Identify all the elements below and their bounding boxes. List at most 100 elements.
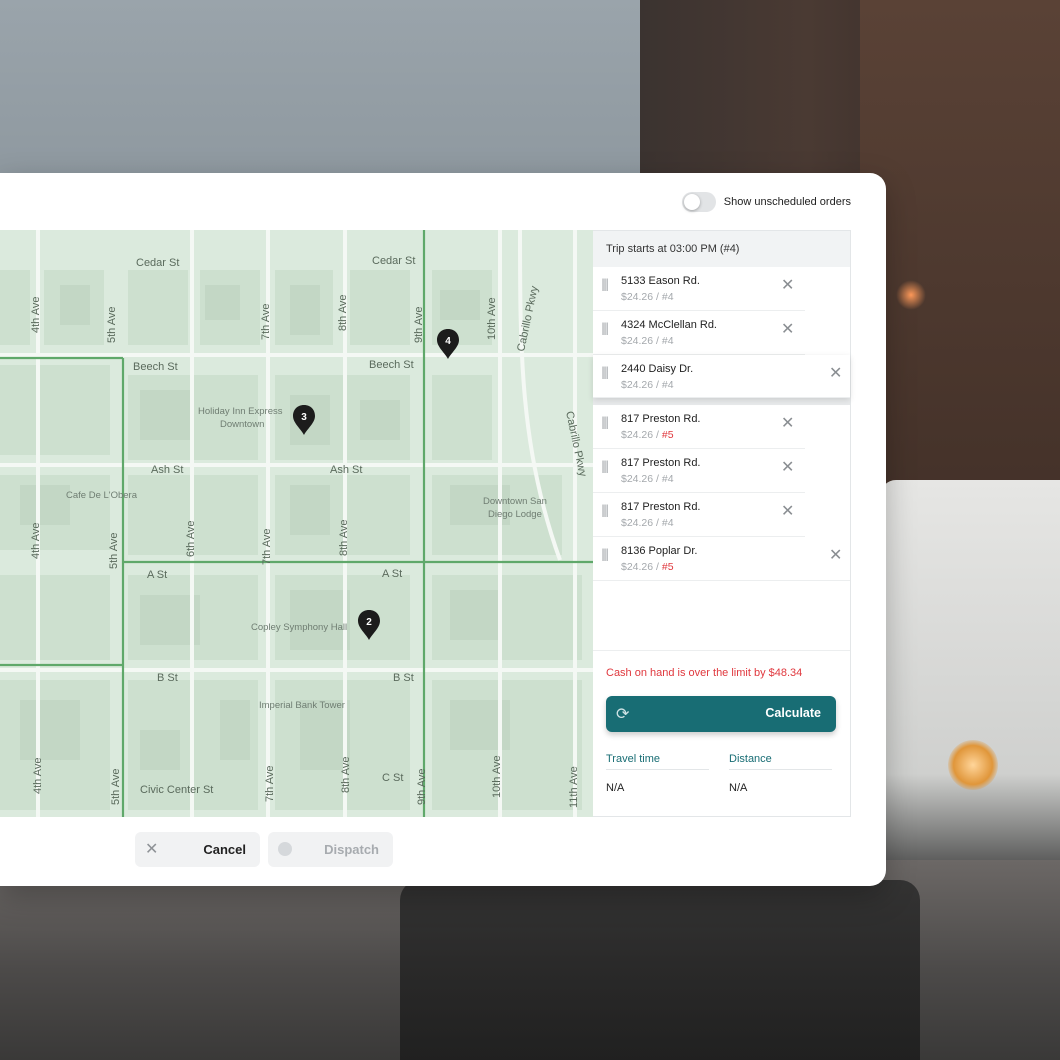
stop-item[interactable]: ||| 817 Preston Rd. $24.26 / #4 ✕ [593,493,805,537]
drag-handle-icon[interactable]: ||| [601,321,613,335]
toggle-knob [683,194,700,210]
dispatch-button[interactable]: Dispatch [268,832,393,867]
poi-downtown-lodge: Downtown San [483,496,547,507]
pin-number: 3 [301,412,307,423]
poi-downtown-lodge: Diego Lodge [488,509,542,520]
poi-holiday-inn: Holiday Inn Express [198,406,283,417]
remove-stop-icon[interactable]: ✕ [781,319,794,338]
unscheduled-toggle[interactable] [681,192,716,212]
stop-order: #4 [661,473,674,485]
remove-stop-icon[interactable]: ✕ [829,363,842,382]
map-label-ash: Ash St [151,464,183,476]
map-label-c-st: C St [382,772,403,784]
stop-address: 2440 Daisy Dr. [621,363,694,375]
map-label-beech: Beech St [133,361,178,373]
stop-item[interactable]: ||| 4324 McClellan Rd. $24.26 / #4 ✕ [593,311,805,355]
pin-number: 4 [445,336,451,347]
refresh-icon: ⟳ [616,704,630,723]
stop-price: $24.26 / [621,473,659,485]
stop-price: $24.26 / [621,379,659,391]
dispatch-label: Dispatch [324,842,379,857]
map-label-9th-ave: 9th Ave [413,307,425,344]
poi-copley-hall: Copley Symphony Hall [251,622,347,633]
drop-zone-separator [593,398,850,405]
stop-price: $24.26 / [621,429,659,441]
stop-item[interactable]: ||| 2440 Daisy Dr. $24.26 / #4 ✕ [593,355,850,398]
route-map[interactable]: Cedar St Cedar St Beech St Beech St Ash … [0,230,593,817]
map-label-10th-ave: 10th Ave [486,297,498,340]
distance-label: Distance [729,753,832,770]
stop-order: #4 [661,517,674,529]
poi-holiday-inn: Downtown [220,419,264,430]
stop-group-1: ||| 5133 Eason Rd. $24.26 / #4 ✕ ||| 432… [593,267,850,398]
map-label-11th-ave: 11th Ave [568,766,580,808]
map-label-8th-ave: 8th Ave [337,295,349,332]
remove-stop-icon[interactable]: ✕ [829,545,842,564]
stop-price: $24.26 / [621,335,659,347]
stop-price: $24.26 / [621,561,659,573]
close-icon: ✕ [145,839,159,858]
unscheduled-toggle-row: Show unscheduled orders [681,192,851,212]
stop-order: #4 [661,335,674,347]
map-label-7th-ave: 7th Ave [264,766,276,803]
stop-address: 817 Preston Rd. [621,501,701,513]
remove-stop-icon[interactable]: ✕ [781,413,794,432]
stop-address: 817 Preston Rd. [621,413,701,425]
map-label-10th-ave: 10th Ave [491,755,503,798]
map-label-a-st: A St [382,568,402,580]
drag-handle-icon[interactable]: ||| [601,503,613,517]
stop-item[interactable]: ||| 817 Preston Rd. $24.26 / #4 ✕ [593,449,805,493]
stop-item[interactable]: ||| 5133 Eason Rd. $24.26 / #4 ✕ [593,267,805,311]
map-label-4th-ave: 4th Ave [32,758,44,795]
map-label-7th-ave: 7th Ave [260,304,272,341]
stop-meta: $24.26 / #4 [621,379,674,391]
stop-meta: $24.26 / #4 [621,473,674,485]
pin-number: 2 [366,617,372,628]
drag-handle-icon[interactable]: ||| [601,365,613,379]
stop-address: 817 Preston Rd. [621,457,701,469]
panel-divider [593,650,850,651]
stop-address: 5133 Eason Rd. [621,275,700,287]
distance-stat: Distance N/A [729,753,832,794]
stop-item[interactable]: ||| 8136 Poplar Dr. $24.26 / #5 ✕ [593,537,850,581]
check-circle-icon [278,842,292,856]
drag-handle-icon[interactable]: ||| [601,459,613,473]
cash-limit-warning: Cash on hand is over the limit by $48.34 [606,667,803,679]
map-label-5th-ave: 5th Ave [110,769,122,806]
calculate-button[interactable]: ⟳ Calculate [606,696,836,732]
map-label-7th-ave: 7th Ave [261,529,273,566]
map-label-b-st: B St [157,672,178,684]
dispatch-card: Show unscheduled orders Cedar St Cedar S… [0,173,886,886]
map-label-b-st: B St [393,672,414,684]
drag-handle-icon[interactable]: ||| [601,547,613,561]
stop-order: #4 [661,291,674,303]
stop-meta: $24.26 / #4 [621,517,674,529]
stop-address: 8136 Poplar Dr. [621,545,698,557]
remove-stop-icon[interactable]: ✕ [781,457,794,476]
distance-value: N/A [729,782,748,794]
map-label-cedar: Cedar St [136,257,179,269]
stop-meta: $24.26 / #5 [621,429,674,441]
map-label-cedar: Cedar St [372,255,415,267]
stop-order: #5 [661,429,674,441]
map-label-5th-ave: 5th Ave [108,533,120,570]
map-label-9th-ave: 9th Ave [416,769,428,806]
stop-item[interactable]: ||| 817 Preston Rd. $24.26 / #5 ✕ [593,405,805,449]
map-label-4th-ave: 4th Ave [30,297,42,334]
drag-handle-icon[interactable]: ||| [601,277,613,291]
travel-time-label: Travel time [606,753,709,770]
stop-group-2: ||| 817 Preston Rd. $24.26 / #5 ✕ ||| 81… [593,405,850,581]
stop-order: #5 [661,561,674,573]
map-label-8th-ave: 8th Ave [338,520,350,557]
map-label-beech: Beech St [369,359,414,371]
poi-imperial-bank: Imperial Bank Tower [259,700,345,711]
poi-cafe: Cafe De L'Obera [66,490,138,501]
drag-handle-icon[interactable]: ||| [601,415,613,429]
remove-stop-icon[interactable]: ✕ [781,275,794,294]
cancel-button[interactable]: ✕ Cancel [135,832,260,867]
stop-price: $24.26 / [621,291,659,303]
stop-meta: $24.26 / #5 [621,561,674,573]
stop-meta: $24.26 / #4 [621,291,674,303]
map-label-8th-ave: 8th Ave [340,757,352,794]
remove-stop-icon[interactable]: ✕ [781,501,794,520]
